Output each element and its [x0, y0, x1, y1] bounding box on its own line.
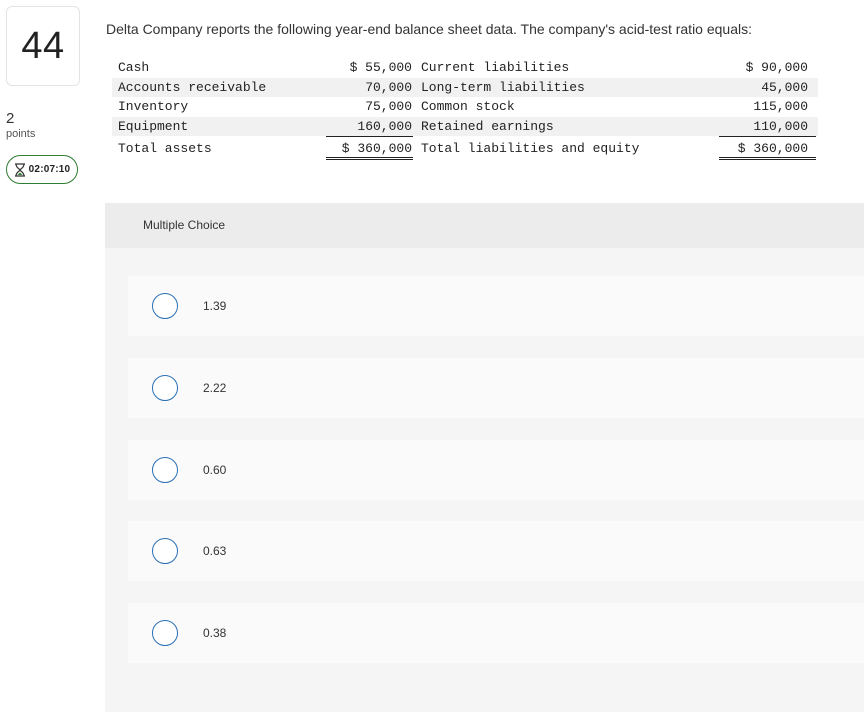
radio-button[interactable]: [152, 375, 178, 401]
double-underline: [326, 159, 413, 161]
choice-label: 0.38: [203, 626, 227, 640]
subtotal-rule: [326, 136, 413, 138]
multiple-choice-panel: Multiple Choice 1.39 2.22 0.60 0.63 0.38: [105, 203, 864, 712]
double-underline: [326, 157, 413, 159]
points-label: points: [6, 128, 36, 140]
double-underline: [719, 159, 816, 161]
choice-option-2[interactable]: 2.22: [128, 358, 864, 418]
right-label: Retained earnings: [421, 118, 554, 134]
left-value: $ 55,000: [349, 60, 412, 75]
total-row: Total assets $ 360,000 Total liabilities…: [112, 136, 818, 161]
choice-label: 0.63: [203, 544, 227, 558]
total-left-value: $ 360,000: [341, 141, 412, 157]
radio-button[interactable]: [152, 293, 178, 319]
radio-button[interactable]: [152, 457, 178, 483]
left-value: 70,000: [365, 79, 412, 95]
left-value: 160,000: [357, 118, 412, 134]
radio-button[interactable]: [152, 620, 178, 646]
right-value: 110,000: [753, 118, 808, 134]
timer-text: 02:07:10: [28, 164, 71, 175]
choice-option-3[interactable]: 0.60: [128, 440, 864, 500]
points-value: 2: [6, 110, 15, 127]
left-label: Equipment: [118, 118, 189, 134]
subtotal-rule: [719, 136, 816, 138]
timer-badge[interactable]: 02:07:10: [6, 155, 78, 184]
choice-option-5[interactable]: 0.38: [128, 603, 864, 663]
right-value: $ 90,000: [745, 60, 808, 75]
table-row: Accounts receivable 70,000 Long-term lia…: [112, 77, 818, 98]
multiple-choice-header: Multiple Choice: [105, 203, 864, 248]
table-row: Inventory 75,000 Common stock 115,000: [112, 97, 818, 117]
choice-option-4[interactable]: 0.63: [128, 521, 864, 581]
double-underline: [719, 157, 816, 159]
choice-option-1[interactable]: 1.39: [128, 276, 864, 336]
left-label: Inventory: [118, 99, 189, 115]
table-row: Equipment 160,000 Retained earnings 110,…: [112, 116, 818, 137]
total-right-label: Total liabilities and equity: [421, 141, 640, 157]
right-value: 45,000: [761, 79, 808, 95]
choice-label: 2.22: [203, 381, 227, 395]
hourglass-icon: [14, 162, 25, 177]
choice-label: 0.60: [203, 463, 227, 477]
right-label: Common stock: [421, 99, 515, 115]
question-number-box: 44: [6, 6, 80, 86]
right-value: 115,000: [753, 99, 808, 115]
right-label: Long-term liabilities: [421, 79, 585, 95]
question-text: Delta Company reports the following year…: [106, 21, 752, 37]
total-left-label: Total assets: [118, 141, 212, 157]
multiple-choice-title: Multiple Choice: [143, 218, 226, 232]
question-number: 44: [21, 24, 65, 67]
right-label: Current liabilities: [421, 60, 570, 75]
total-right-value: $ 360,000: [737, 141, 808, 157]
left-label: Accounts receivable: [118, 79, 267, 95]
radio-button[interactable]: [152, 538, 178, 564]
left-label: Cash: [118, 60, 150, 75]
choice-label: 1.39: [203, 299, 227, 313]
balance-sheet-table: Cash $ 55,000 Current liabilities $ 90,0…: [112, 58, 818, 161]
table-row: Cash $ 55,000 Current liabilities $ 90,0…: [112, 58, 818, 78]
left-value: 75,000: [365, 99, 412, 115]
